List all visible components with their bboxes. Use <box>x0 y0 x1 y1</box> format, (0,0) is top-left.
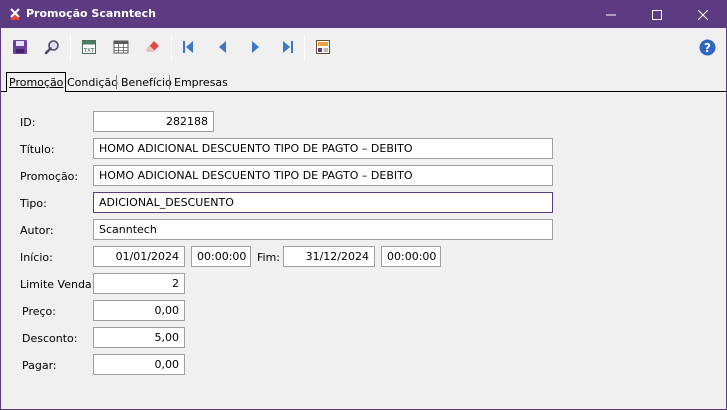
maximize-icon <box>652 9 662 20</box>
toolbar-separator <box>304 35 305 61</box>
toolbar-separator <box>70 35 71 61</box>
minimize-button[interactable] <box>588 1 634 28</box>
pagar-field[interactable]: 0,00 <box>93 354 185 375</box>
grid-icon <box>113 40 129 54</box>
titulo-label: Título: <box>20 143 55 156</box>
first-record-icon <box>183 41 193 53</box>
tab-separator <box>169 75 170 89</box>
search-button[interactable] <box>43 38 61 56</box>
limite-venda-label: Limite Venda: <box>20 278 96 291</box>
preco-field[interactable]: 0,00 <box>93 300 185 321</box>
inicio-date-field[interactable]: 01/01/2024 <box>93 246 185 267</box>
minimize-icon <box>606 14 616 15</box>
desconto-label: Desconto: <box>22 332 78 345</box>
clear-button[interactable] <box>144 38 162 56</box>
save-button[interactable] <box>11 38 29 56</box>
report-button[interactable] <box>314 38 332 56</box>
svg-text:TXT: TXT <box>83 48 95 54</box>
previous-record-button[interactable] <box>213 38 231 56</box>
window-title: Promoção Scanntech <box>26 7 156 20</box>
export-txt-icon: TXT <box>82 40 96 54</box>
close-icon <box>698 9 708 20</box>
toolbar: TXT ? <box>1 28 726 67</box>
tipo-field[interactable]: ADICIONAL_DESCUENTO <box>93 192 553 213</box>
fim-time-field[interactable]: 00:00:00 <box>381 246 441 267</box>
eraser-icon <box>146 41 159 52</box>
autor-field[interactable]: Scanntech <box>93 219 553 240</box>
inicio-label: Início: <box>20 251 53 264</box>
promocao-window: Promoção Scanntech TXT ? Promoção Condiç… <box>0 0 727 410</box>
tab-beneficio[interactable]: Benefício <box>119 74 174 91</box>
first-record-button[interactable] <box>179 38 197 56</box>
close-button[interactable] <box>680 1 726 28</box>
fim-date-field[interactable]: 31/12/2024 <box>283 246 375 267</box>
tab-strip: Promoção Condição Benefício Empresas <box>1 71 726 92</box>
grid-button[interactable] <box>112 38 130 56</box>
title-bar[interactable]: Promoção Scanntech <box>1 1 726 28</box>
desconto-field[interactable]: 5,00 <box>93 327 185 348</box>
inicio-time-field[interactable]: 00:00:00 <box>191 246 251 267</box>
toolbar-separator <box>171 35 172 61</box>
previous-record-icon <box>219 41 226 53</box>
limite-venda-field[interactable]: 2 <box>93 273 185 294</box>
next-record-button[interactable] <box>247 38 265 56</box>
svg-text:?: ? <box>704 41 711 55</box>
pagar-label: Pagar: <box>22 359 57 372</box>
tab-separator <box>116 75 117 89</box>
export-txt-button[interactable]: TXT <box>80 38 98 56</box>
promocao-field[interactable]: HOMO ADICIONAL DESCUENTO TIPO DE PAGTO –… <box>93 165 553 186</box>
autor-label: Autor: <box>20 224 54 237</box>
app-logo-icon <box>9 7 21 21</box>
maximize-button[interactable] <box>634 1 680 28</box>
tipo-label: Tipo: <box>20 197 47 210</box>
last-record-icon <box>283 41 293 53</box>
id-field[interactable]: 282188 <box>93 111 214 132</box>
promocao-label: Promoção: <box>20 170 79 183</box>
fim-label: Fim: <box>257 251 281 264</box>
search-icon <box>44 40 59 55</box>
tab-promocao[interactable]: Promoção <box>6 72 67 92</box>
help-icon: ? <box>699 39 715 55</box>
save-icon <box>13 40 27 54</box>
report-icon <box>316 40 330 54</box>
next-record-icon <box>252 41 259 53</box>
tab-condicao[interactable]: Condição <box>65 74 120 91</box>
tab-empresas[interactable]: Empresas <box>172 74 230 91</box>
preco-label: Preço: <box>22 305 56 318</box>
last-record-button[interactable] <box>279 38 297 56</box>
titulo-field[interactable]: HOMO ADICIONAL DESCUENTO TIPO DE PAGTO –… <box>93 138 553 159</box>
id-label: ID: <box>20 116 36 129</box>
tab-divider-line <box>1 91 726 92</box>
help-button[interactable]: ? <box>698 38 716 56</box>
